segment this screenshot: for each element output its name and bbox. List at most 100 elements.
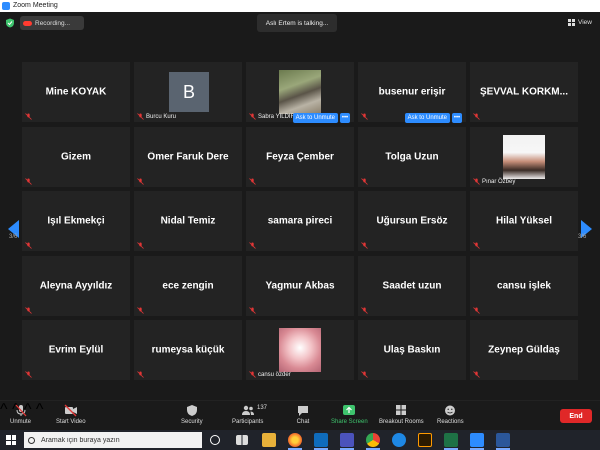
participant-name: ece zengin [162,280,214,291]
participant-tile[interactable]: B Burcu Kuru [134,62,242,122]
participant-tile[interactable]: Nidal Temiz [134,191,242,251]
participant-tile[interactable]: cansu özder [246,320,354,380]
cortana-circle-icon[interactable] [210,435,220,445]
active-speaker-banner: Aslı Ertem is talking... [257,14,337,32]
participant-name: Pınar Özbey [482,178,516,185]
breakout-rooms-button[interactable]: Breakout Rooms [379,404,424,425]
participant-tile[interactable]: Yagmur Akbas [246,255,354,316]
participant-tile[interactable]: Ask to Unmute ••• Feyza Çember [246,112,354,187]
participant-tile[interactable]: Aleyna Ayyıldız [22,255,130,316]
file-explorer-icon[interactable] [262,433,276,447]
participant-name: Hilal Yüksel [496,215,552,227]
word-icon[interactable] [496,433,510,450]
muted-mic-icon [473,242,480,249]
taskbar-search-input[interactable] [41,436,191,444]
muted-mic-icon [361,242,368,249]
participant-tile[interactable]: Ask to Unmute ••• Tolga Uzun [358,112,466,187]
view-button[interactable]: View [568,16,592,28]
unmute-button[interactable]: Unmute [10,404,31,425]
firefox-icon[interactable] [288,433,302,450]
more-options-button[interactable]: ••• [452,112,462,123]
muted-mic-icon [361,113,368,120]
muted-mic-icon [25,242,32,249]
muted-mic-icon [361,177,368,185]
recording-label: Recording... [35,19,71,27]
chrome-icon[interactable] [366,433,380,450]
windows-start-icon[interactable] [6,435,16,445]
share-screen-button[interactable]: Share Screen [331,404,368,425]
participant-tile[interactable]: Ömer Faruk Dere [134,126,242,187]
participant-tile[interactable]: Gizem [22,126,130,187]
participant-name: cansu işlek [497,280,551,291]
chat-button[interactable]: Chat [296,404,310,425]
cloud-record-icon [23,20,32,26]
participant-tile[interactable]: cansu işlek [470,255,578,316]
participant-tile[interactable]: Uğursun Ersöz [358,191,466,251]
participant-tile[interactable]: Saadet uzun [358,255,466,316]
start-video-label: Start Video [56,419,86,425]
participant-tile[interactable]: Işıl Ekmekçi [22,191,130,251]
teams-icon[interactable] [340,433,354,450]
reactions-smiley-icon [445,405,456,416]
muted-mic-icon [249,306,256,314]
meeting-toolbar: Unmute ^ Start Video ^ Security Particip… [0,400,600,430]
muted-mic-icon [137,177,144,185]
illustrator-icon[interactable] [418,433,432,447]
participant-tile[interactable]: Hilal Yüksel [470,191,578,251]
audio-options-chevron-icon[interactable]: ^ [0,401,8,418]
muted-mic-icon [473,306,480,314]
participant-name: Nidal Temiz [160,215,216,227]
participant-name: Ulaş Baskın [383,344,441,356]
reactions-button[interactable]: Reactions [437,404,464,425]
participants-label: Participants [232,419,264,425]
participant-name: Evrim Eylül [48,344,104,356]
security-label: Security [181,419,203,425]
participant-tile[interactable]: Zeynep Güldaş [470,320,578,380]
breakout-rooms-label: Breakout Rooms [379,419,424,425]
security-button[interactable]: Security [181,404,203,425]
share-options-chevron-icon[interactable]: ^ [36,401,44,418]
recording-indicator[interactable]: Recording... [20,16,84,30]
participant-name: Saadet uzun [382,280,442,291]
participants-icon [241,405,254,415]
shield-icon[interactable] [5,18,15,28]
participant-tile[interactable]: Evrim Eylül [22,320,130,380]
reactions-label: Reactions [437,419,464,425]
muted-mic-icon [25,177,32,185]
ask-to-unmute-button[interactable]: Ask to Unmute [292,112,338,123]
zoom-taskbar-icon[interactable] [470,433,484,450]
muted-mic-icon [137,371,144,378]
muted-mic-icon [25,306,32,314]
ask-to-unmute-button[interactable]: Ask to Unmute [404,112,450,123]
muted-microphone-icon [15,404,26,417]
participant-tile[interactable]: ŞEVVAL KORKM... [470,62,578,122]
participant-tile[interactable]: Ulaş Baskın [358,320,466,380]
task-view-icon[interactable] [236,435,248,445]
grid-view-icon [568,18,576,26]
zoom-logo-icon [2,2,10,10]
page-indicator-left: 3/6 [9,234,18,240]
excel-icon[interactable] [444,433,458,450]
ask-to-unmute-group: Ask to Unmute ••• [292,112,350,123]
start-video-button[interactable]: Start Video [56,404,86,425]
participant-tile[interactable]: Mine KOYAK [22,62,130,122]
taskbar-search-box[interactable] [24,432,202,448]
edge-icon[interactable] [392,433,406,447]
participants-count: 137 [257,405,268,411]
participant-tile[interactable]: ece zengin [134,255,242,316]
window-title-bar: Zoom Meeting [0,0,600,12]
more-options-button[interactable]: ••• [340,112,350,123]
muted-mic-icon [249,177,256,185]
unmute-label: Unmute [10,419,32,425]
participant-tile[interactable]: Pınar Özbey [470,126,578,187]
participant-tile[interactable]: samara pireci [246,191,354,251]
share-screen-icon [343,405,356,415]
participant-tile[interactable]: rumeysa küçük [134,320,242,380]
muted-mic-icon [137,242,144,249]
end-meeting-button[interactable]: End [560,409,592,423]
participant-name: Işıl Ekmekçi [47,215,105,227]
participant-name: samara pireci [267,215,333,227]
breakout-rooms-icon [396,405,407,415]
outlook-icon[interactable] [314,433,328,450]
participant-name: cansu özder [258,372,291,378]
